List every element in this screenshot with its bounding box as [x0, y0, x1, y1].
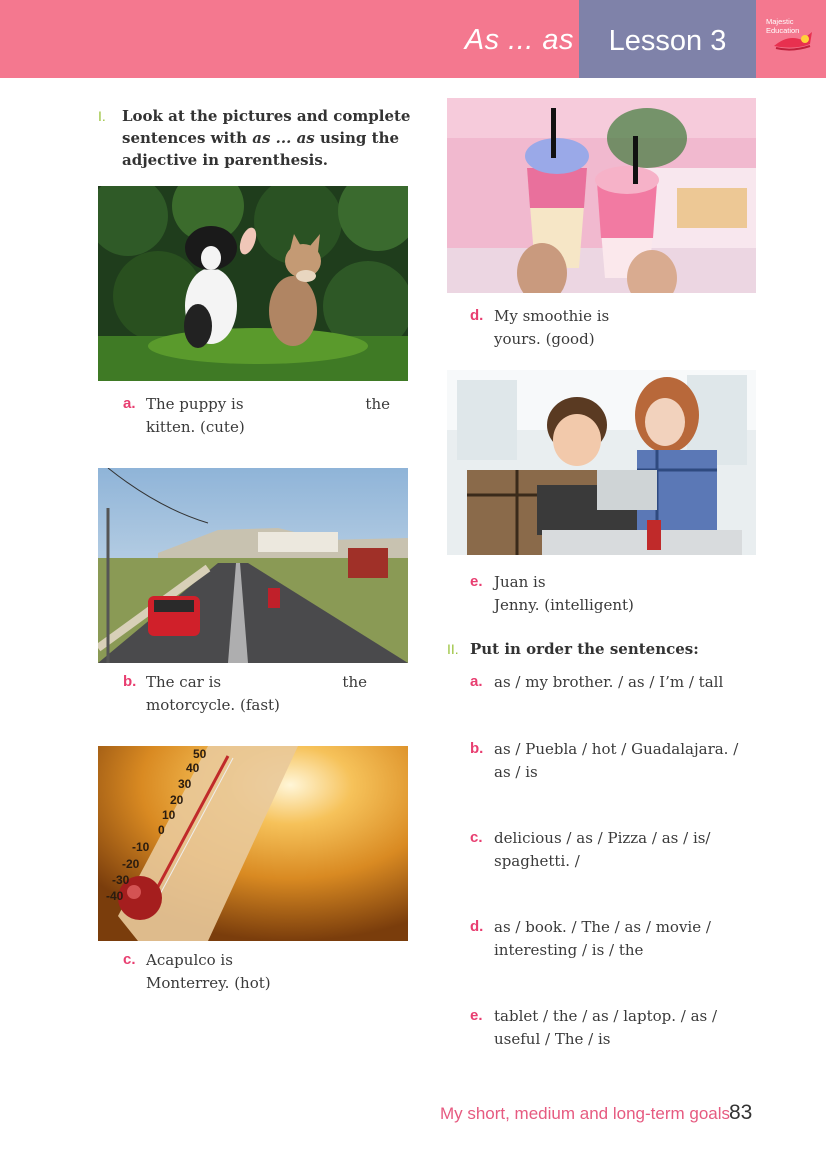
thermo-label-minus-10: -10	[132, 840, 150, 854]
exercise-b-letter: b.	[123, 673, 137, 690]
photo-thermometer: 50 40 30 20 10 0 -10 -20 -30 -40	[98, 746, 408, 941]
exercise-c-letter: c.	[123, 951, 136, 968]
photo-road	[98, 468, 408, 663]
order-a-line-1: as / my brother. / as / I’m / tall	[494, 673, 724, 691]
exercise-e-start: Juan is	[494, 573, 546, 591]
order-e-line-2: useful / The / is	[494, 1030, 611, 1048]
page-number: 83	[729, 1101, 753, 1124]
exercise-d-letter: d.	[470, 307, 484, 324]
order-e-letter: e.	[470, 1007, 483, 1024]
exercise-e: Juan is Jenny. (intelligent)	[494, 571, 734, 617]
photo-puppy-kitten	[98, 186, 408, 381]
page-header: As ... as Lesson 3 Majestic Education	[0, 0, 826, 78]
exercise-c-start: Acapulco is	[146, 951, 233, 969]
photo-smoothies	[447, 98, 756, 293]
exercise-b-line-2: motorcycle. (fast)	[146, 696, 280, 714]
thermo-label-minus-30: -30	[112, 873, 130, 887]
exercise-d: My smoothie is yours. (good)	[494, 305, 734, 351]
order-d-letter: d.	[470, 918, 484, 935]
section-2-numeral: II.	[447, 641, 459, 657]
order-item-a: as / my brother. / as / I’m / tall	[494, 671, 744, 694]
section-1-instructions: Look at the pictures and complete senten…	[122, 105, 422, 171]
section-1-line-2: sentences with as ... as using the	[122, 127, 422, 149]
order-b-letter: b.	[470, 740, 484, 757]
section-1-numeral: I.	[98, 108, 106, 124]
thermo-label-minus-40: -40	[106, 889, 124, 903]
thermo-label-30: 30	[178, 777, 192, 791]
order-item-d: as / book. / The / as / movie / interest…	[494, 916, 744, 962]
exercise-c: Acapulco is Monterrey. (hot)	[146, 949, 386, 995]
order-d-line-1: as / book. / The / as / movie /	[494, 918, 711, 936]
order-a-letter: a.	[470, 673, 483, 690]
order-b-line-2: as / is	[494, 763, 538, 781]
exercise-e-line-2: Jenny. (intelligent)	[494, 596, 634, 614]
logo-line-1: Majestic	[766, 17, 794, 26]
exercise-a-start: The puppy is	[146, 395, 244, 413]
line-2-emphasis: as ... as	[252, 129, 315, 147]
exercise-d-start: My smoothie is	[494, 307, 610, 325]
thermo-label-20: 20	[170, 793, 184, 807]
line-2-post: using the	[314, 129, 400, 147]
exercise-a-line-2: kitten. (cute)	[146, 418, 245, 436]
publisher-logo: Majestic Education	[756, 0, 826, 78]
thermo-label-0: 0	[158, 823, 165, 837]
thermo-label-minus-20: -20	[122, 857, 140, 871]
order-c-line-1: delicious / as / Pizza / as / is/	[494, 829, 711, 847]
lesson-badge: Lesson 3	[579, 0, 756, 78]
exercise-b-end: the	[342, 673, 367, 691]
exercise-b-start: The car is	[146, 673, 222, 691]
order-e-line-1: tablet / the / as / laptop. / as /	[494, 1007, 718, 1025]
exercise-c-line-2: Monterrey. (hot)	[146, 974, 271, 992]
section-1-line-1: Look at the pictures and complete	[122, 107, 411, 125]
exercise-e-letter: e.	[470, 573, 483, 590]
exercise-d-line-2: yours. (good)	[494, 330, 595, 348]
exercise-a: The puppy is the kitten. (cute)	[146, 393, 390, 439]
lesson-topic: As ... as	[464, 24, 574, 56]
order-item-e: tablet / the / as / laptop. / as / usefu…	[494, 1005, 744, 1051]
photo-kids-robot	[447, 370, 756, 555]
logo-hat-icon	[774, 32, 812, 51]
order-c-line-2: spaghetti. /	[494, 852, 580, 870]
section-1-line-3: adjective in parenthesis.	[122, 151, 328, 169]
order-c-letter: c.	[470, 829, 483, 846]
thermo-label-10: 10	[162, 808, 176, 822]
thermo-label-40: 40	[186, 761, 200, 775]
section-2-title: Put in order the sentences:	[470, 640, 699, 658]
exercise-b: The car is the motorcycle. (fast)	[146, 671, 367, 717]
order-d-line-2: interesting / is / the	[494, 941, 644, 959]
exercise-a-letter: a.	[123, 395, 136, 412]
lesson-title: Lesson 3	[608, 25, 727, 57]
thermo-label-50: 50	[193, 747, 207, 761]
footer-goals-text: My short, medium and long-term goals	[439, 1104, 730, 1123]
line-2-pre: sentences with	[122, 129, 253, 147]
exercise-a-end: the	[365, 395, 390, 413]
order-b-line-1: as / Puebla / hot / Guadalajara. /	[494, 740, 739, 758]
order-item-b: as / Puebla / hot / Guadalajara. / as / …	[494, 738, 744, 784]
order-item-c: delicious / as / Pizza / as / is/ spaghe…	[494, 827, 744, 873]
